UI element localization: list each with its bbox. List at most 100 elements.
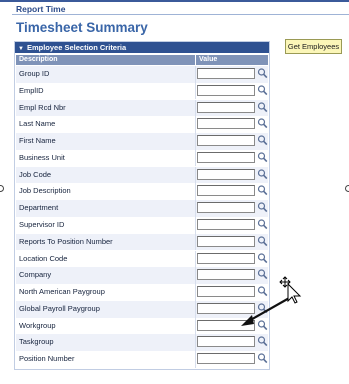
- magnifier-icon[interactable]: [257, 335, 268, 348]
- criteria-value-input[interactable]: [197, 202, 255, 214]
- criteria-label: Department: [19, 203, 59, 213]
- column-separator: [195, 166, 196, 184]
- criteria-label: Job Description: [19, 186, 71, 196]
- page-title: Timesheet Summary: [16, 20, 148, 35]
- column-separator: [195, 267, 196, 284]
- criteria-label: Taskgroup: [19, 337, 54, 347]
- breadcrumb: Report Time: [16, 4, 66, 14]
- criteria-row: Empl Rcd Nbr: [16, 99, 268, 117]
- column-separator: [195, 317, 196, 335]
- magnifier-icon[interactable]: [257, 168, 268, 181]
- magnifier-icon[interactable]: [257, 151, 268, 164]
- column-separator: [195, 116, 196, 133]
- criteria-row: Last Name: [16, 116, 268, 133]
- criteria-value-input[interactable]: [197, 336, 255, 348]
- criteria-label: Supervisor ID: [19, 220, 65, 230]
- criteria-value-input[interactable]: [197, 302, 255, 314]
- criteria-value-input[interactable]: [197, 269, 255, 281]
- criteria-row: Business Unit: [16, 149, 268, 167]
- column-separator: [195, 149, 196, 167]
- criteria-row: Reports To Position Number: [16, 233, 268, 251]
- criteria-value-input[interactable]: [197, 286, 255, 298]
- criteria-label: Group ID: [19, 69, 50, 78]
- criteria-row: Company: [16, 267, 268, 284]
- criteria-label: Last Name: [19, 119, 56, 129]
- magnifier-icon[interactable]: [257, 134, 268, 147]
- column-separator: [195, 284, 196, 301]
- criteria-value-input[interactable]: [197, 151, 255, 163]
- criteria-value-input[interactable]: [197, 68, 255, 79]
- magnifier-icon[interactable]: [257, 235, 268, 248]
- column-separator: [195, 300, 196, 318]
- criteria-value-input[interactable]: [197, 118, 255, 130]
- criteria-label: Empl Rcd Nbr: [19, 102, 66, 112]
- magnifier-icon[interactable]: [257, 201, 268, 214]
- divider: [12, 14, 349, 15]
- column-separator: [195, 250, 196, 268]
- criteria-label: Global Payroll Paygroup: [19, 303, 100, 313]
- column-separator: [195, 183, 196, 201]
- criteria-value-input[interactable]: [197, 84, 255, 96]
- get-employees-button[interactable]: Get Employees: [285, 39, 342, 54]
- criteria-row: Location Code: [16, 250, 268, 268]
- magnifier-icon[interactable]: [257, 84, 268, 97]
- criteria-value-input[interactable]: [197, 101, 255, 113]
- panel-header[interactable]: ▼ Employee Selection Criteria: [15, 42, 269, 53]
- panel-header-label: Employee Selection Criteria: [26, 43, 127, 52]
- criteria-row: Supervisor ID: [16, 217, 268, 234]
- magnifier-icon[interactable]: [257, 285, 268, 298]
- window-edge-handle-left: [0, 185, 4, 192]
- criteria-value-input[interactable]: [197, 135, 255, 147]
- window-edge-handle-right: [345, 185, 349, 192]
- criteria-value-input[interactable]: [197, 235, 255, 247]
- magnifier-icon[interactable]: [257, 184, 268, 197]
- criteria-label: EmplID: [19, 85, 44, 95]
- criteria-row: Group ID: [16, 66, 268, 83]
- column-header-value: Value: [196, 55, 268, 65]
- criteria-row: Job Description: [16, 183, 268, 201]
- employee-selection-panel: ▼ Employee Selection Criteria Description…: [14, 41, 270, 370]
- criteria-value-input[interactable]: [197, 168, 255, 180]
- criteria-value-input[interactable]: [197, 185, 255, 197]
- criteria-row: Job Code: [16, 166, 268, 184]
- magnifier-icon[interactable]: [257, 302, 268, 315]
- magnifier-icon[interactable]: [257, 101, 268, 114]
- criteria-value-input[interactable]: [197, 252, 255, 264]
- criteria-row: First Name: [16, 133, 268, 150]
- criteria-label: Reports To Position Number: [19, 236, 113, 246]
- window-top-border: [0, 0, 349, 2]
- column-separator: [195, 66, 196, 83]
- criteria-row: Global Payroll Paygroup: [16, 300, 268, 318]
- magnifier-icon[interactable]: [257, 352, 268, 365]
- criteria-label: Company: [19, 270, 52, 280]
- criteria-row: North American Paygroup: [16, 284, 268, 301]
- criteria-value-input[interactable]: [197, 219, 255, 231]
- criteria-label: Business Unit: [19, 152, 65, 162]
- column-header-description: Description: [16, 55, 195, 65]
- column-separator: [195, 82, 196, 100]
- criteria-row: Position Number: [16, 351, 268, 368]
- criteria-value-input[interactable]: [197, 319, 255, 331]
- magnifier-icon[interactable]: [257, 117, 268, 130]
- column-separator: [195, 351, 196, 368]
- criteria-row: EmplID: [16, 82, 268, 100]
- criteria-label: Location Code: [19, 253, 68, 263]
- column-separator: [195, 133, 196, 150]
- magnifier-icon[interactable]: [257, 319, 268, 332]
- magnifier-icon[interactable]: [257, 218, 268, 231]
- criteria-row: Taskgroup: [16, 334, 268, 352]
- move-cursor-icon: [279, 276, 302, 304]
- magnifier-icon[interactable]: [257, 252, 268, 265]
- magnifier-icon[interactable]: [257, 268, 268, 281]
- criteria-label: Job Code: [19, 169, 52, 179]
- criteria-value-input[interactable]: [197, 353, 255, 365]
- column-separator: [195, 233, 196, 251]
- criteria-row: Workgroup: [16, 317, 268, 335]
- column-separator: [195, 200, 196, 217]
- magnifier-icon[interactable]: [257, 67, 268, 80]
- triangle-down-icon: ▼: [18, 46, 24, 52]
- column-separator: [195, 99, 196, 117]
- criteria-label: Workgroup: [19, 320, 56, 330]
- column-separator: [195, 334, 196, 352]
- column-separator: [195, 217, 196, 234]
